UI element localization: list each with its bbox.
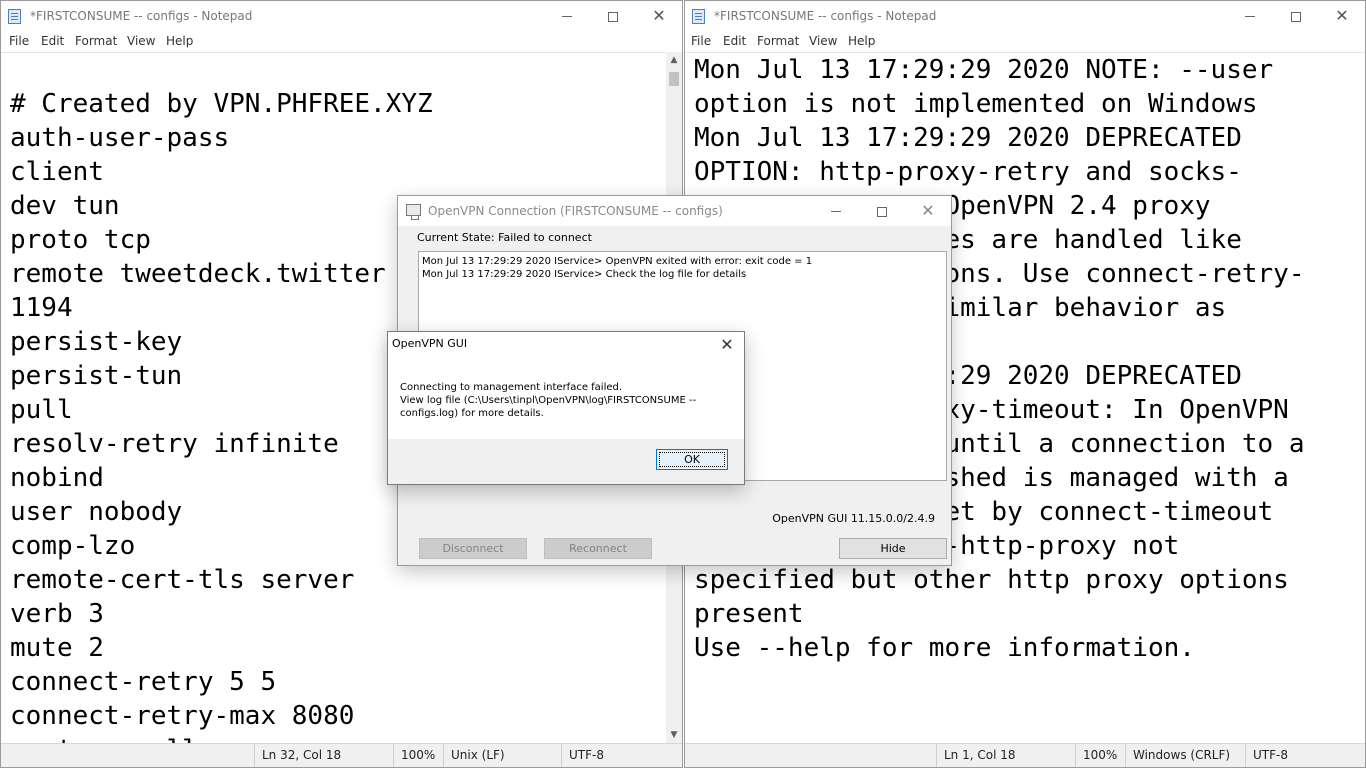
dialog-title: OpenVPN GUI (392, 337, 468, 350)
menu-bar: File Edit Format View Help (1, 32, 682, 52)
openvpn-monitor-icon (406, 204, 421, 220)
window-title: *FIRSTCONSUME -- configs - Notepad (30, 9, 253, 23)
menu-help[interactable]: Help (166, 34, 193, 48)
editor-content: # Created by VPN.PHFREE.XYZ auth-user-pa… (10, 89, 433, 743)
error-dialog: OpenVPN GUI ✕ Connecting to management i… (387, 331, 745, 485)
menu-bar: File Edit Format View Help (685, 32, 1365, 52)
minimize-icon (562, 16, 572, 17)
hide-button[interactable]: Hide (839, 538, 947, 559)
menu-format[interactable]: Format (757, 34, 799, 48)
close-button[interactable]: ✕ (1319, 1, 1365, 32)
status-bar: Ln 32, Col 18 100% Unix (LF) UTF-8 (1, 743, 682, 767)
status-zoom: 100% (1075, 744, 1117, 767)
minimize-button[interactable] (544, 1, 590, 32)
close-icon: ✕ (720, 335, 734, 354)
scroll-up-icon[interactable]: ▲ (666, 52, 682, 68)
ok-button[interactable]: OK (656, 449, 728, 470)
scroll-down-icon[interactable]: ▼ (666, 727, 682, 743)
dialog-message-line: View log file (C:\Users\tinpl\OpenVPN\lo… (400, 395, 697, 419)
minimize-button[interactable] (1227, 1, 1273, 32)
status-cursor-position: Ln 32, Col 18 (254, 744, 341, 767)
dialog-message: Connecting to management interface faile… (400, 381, 730, 420)
dialog-footer: OK (388, 439, 744, 484)
log-line: Mon Jul 13 17:29:29 2020 IService> OpenV… (422, 256, 813, 267)
status-encoding: UTF-8 (561, 744, 604, 767)
menu-view[interactable]: View (127, 34, 155, 48)
version-label: OpenVPN GUI 11.15.0.0/2.4.9 (772, 512, 935, 525)
status-encoding: UTF-8 (1245, 744, 1288, 767)
notepad-icon (8, 9, 21, 24)
notepad-icon (692, 9, 705, 24)
reconnect-button[interactable]: Reconnect (544, 538, 652, 559)
connection-state: Current State: Failed to connect (417, 231, 592, 244)
status-cursor-position: Ln 1, Col 18 (936, 744, 1016, 767)
menu-help[interactable]: Help (848, 34, 875, 48)
dialog-close-button[interactable]: ✕ (710, 332, 744, 358)
minimize-button[interactable] (813, 196, 859, 227)
maximize-icon (1291, 11, 1301, 22)
menu-edit[interactable]: Edit (41, 34, 64, 48)
status-line-ending: Unix (LF) (443, 744, 505, 767)
menu-file[interactable]: File (9, 34, 29, 48)
status-line-ending: Windows (CRLF) (1125, 744, 1230, 767)
disconnect-button[interactable]: Disconnect (419, 538, 527, 559)
title-bar[interactable]: *FIRSTCONSUME -- configs - Notepad ✕ (685, 1, 1365, 32)
close-icon: ✕ (921, 201, 935, 220)
close-icon: ✕ (652, 6, 666, 25)
minimize-icon (831, 211, 841, 212)
window-title: *FIRSTCONSUME -- configs - Notepad (714, 9, 937, 23)
status-bar: Ln 1, Col 18 100% Windows (CRLF) UTF-8 (685, 743, 1365, 767)
maximize-icon (608, 11, 618, 22)
window-title: OpenVPN Connection (FIRSTCONSUME -- conf… (428, 204, 723, 218)
title-bar[interactable]: OpenVPN Connection (FIRSTCONSUME -- conf… (398, 196, 951, 226)
menu-file[interactable]: File (691, 34, 711, 48)
menu-edit[interactable]: Edit (723, 34, 746, 48)
dialog-message-line: Connecting to management interface faile… (400, 382, 623, 393)
maximize-button[interactable] (590, 1, 636, 32)
status-zoom: 100% (393, 744, 435, 767)
title-bar[interactable]: *FIRSTCONSUME -- configs - Notepad ✕ (1, 1, 682, 32)
minimize-icon (1245, 16, 1255, 17)
close-button[interactable]: ✕ (636, 1, 682, 32)
menu-view[interactable]: View (809, 34, 837, 48)
maximize-button[interactable] (859, 196, 905, 227)
log-line: Mon Jul 13 17:29:29 2020 IService> Check… (422, 269, 747, 280)
close-icon: ✕ (1335, 6, 1349, 25)
close-button[interactable]: ✕ (905, 196, 951, 227)
menu-format[interactable]: Format (75, 34, 117, 48)
maximize-icon (877, 206, 887, 217)
maximize-button[interactable] (1273, 1, 1319, 32)
scrollbar-thumb[interactable] (669, 72, 679, 86)
